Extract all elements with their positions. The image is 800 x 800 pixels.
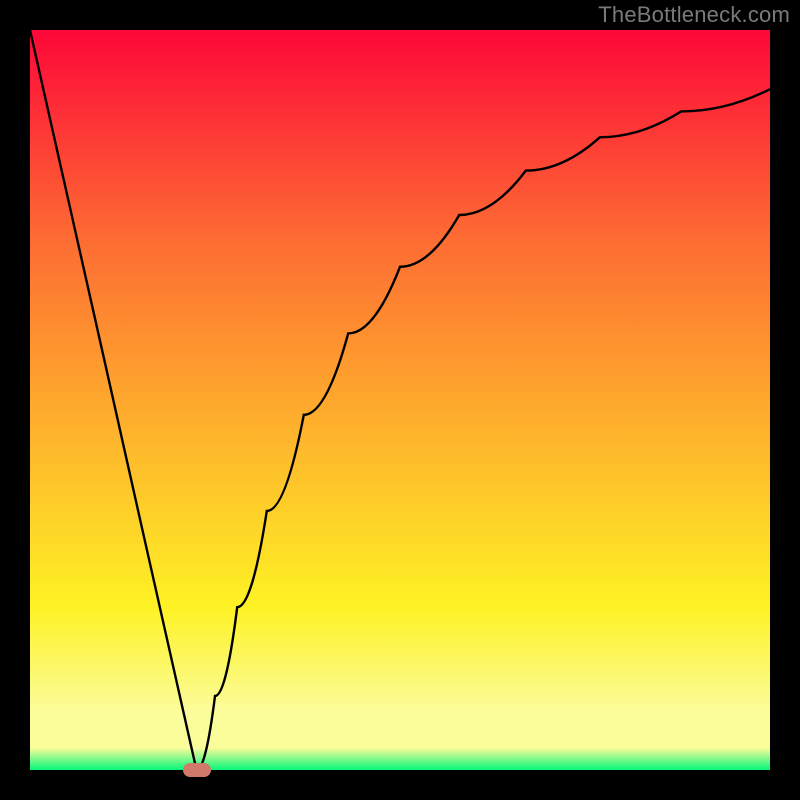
watermark-text: TheBottleneck.com <box>598 2 790 28</box>
chart-frame: TheBottleneck.com <box>0 0 800 800</box>
plot-area <box>30 30 770 770</box>
bottleneck-marker <box>183 763 211 777</box>
chart-background <box>30 30 770 770</box>
chart-svg <box>30 30 770 770</box>
